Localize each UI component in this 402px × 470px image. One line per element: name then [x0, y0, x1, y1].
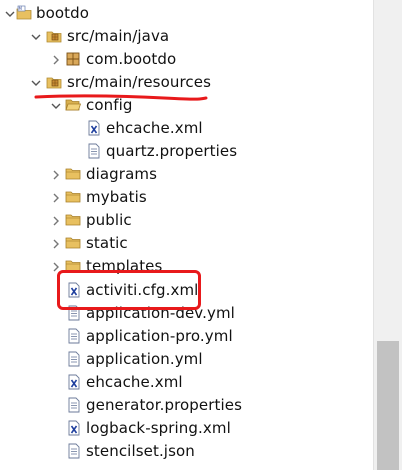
chevron-right-icon[interactable]	[50, 163, 62, 186]
tree-item-application-yml[interactable]: application.yml	[0, 348, 372, 371]
chevron-right-icon[interactable]	[50, 232, 62, 255]
tree-item-label: src/main/java	[67, 27, 170, 45]
folder-icon	[65, 235, 81, 251]
tree-item-stencilset-json[interactable]: stencilset.json	[0, 440, 372, 463]
tree-item-label: ehcache.xml	[106, 119, 203, 137]
chevron-right-icon[interactable]	[50, 186, 62, 209]
source-folder-icon	[46, 28, 62, 44]
tree-item-label: static	[86, 234, 128, 252]
tree-item-public[interactable]: public	[0, 209, 372, 232]
tree-item-label: bootdo	[36, 4, 90, 22]
text-file-icon	[66, 328, 82, 344]
text-file-icon	[66, 443, 82, 459]
tree-item-ehcache-xml[interactable]: ehcache.xml	[0, 371, 372, 394]
text-file-icon	[66, 351, 82, 367]
package-icon	[65, 51, 81, 67]
project-icon: M	[16, 5, 32, 21]
red-underline-annotation	[34, 94, 208, 101]
tree-item-label: application-pro.yml	[86, 327, 233, 345]
chevron-right-icon[interactable]	[50, 48, 62, 71]
source-folder-icon	[46, 74, 62, 90]
tree-item-ehcache-config[interactable]: ehcache.xml	[0, 117, 372, 140]
tree-item-logback-spring-xml[interactable]: logback-spring.xml	[0, 417, 372, 440]
tree-item-label: mybatis	[86, 188, 147, 206]
project-explorer-tree: M bootdo src/main/java com.bootdo src/ma…	[0, 0, 372, 470]
tree-item-static[interactable]: static	[0, 232, 372, 255]
tree-item-src-main-java[interactable]: src/main/java	[0, 25, 372, 48]
xml-file-icon	[66, 374, 82, 390]
tree-item-label: quartz.properties	[106, 142, 238, 160]
tree-item-label: diagrams	[86, 165, 157, 183]
chevron-down-icon[interactable]	[30, 25, 42, 48]
vertical-scrollbar[interactable]	[373, 0, 402, 470]
chevron-down-icon[interactable]	[4, 2, 16, 25]
xml-file-icon	[86, 120, 102, 136]
folder-icon	[65, 189, 81, 205]
tree-item-label: generator.properties	[86, 396, 243, 414]
xml-file-icon	[66, 420, 82, 436]
text-file-icon	[66, 397, 82, 413]
tree-item-label: stencilset.json	[86, 442, 195, 460]
tree-item-com-bootdo[interactable]: com.bootdo	[0, 48, 372, 71]
red-box-annotation	[57, 270, 201, 310]
svg-text:M: M	[19, 6, 23, 11]
folder-icon	[65, 166, 81, 182]
tree-item-label: ehcache.xml	[86, 373, 183, 391]
text-file-icon	[86, 143, 102, 159]
tree-item-diagrams[interactable]: diagrams	[0, 163, 372, 186]
tree-item-bootdo[interactable]: M bootdo	[0, 2, 372, 25]
tree-item-application-pro-yml[interactable]: application-pro.yml	[0, 325, 372, 348]
tree-item-label: public	[86, 211, 132, 229]
tree-item-generator-properties[interactable]: generator.properties	[0, 394, 372, 417]
tree-item-label: logback-spring.xml	[86, 419, 231, 437]
tree-item-mybatis[interactable]: mybatis	[0, 186, 372, 209]
folder-icon	[65, 212, 81, 228]
tree-item-label: com.bootdo	[86, 50, 177, 68]
chevron-right-icon[interactable]	[50, 209, 62, 232]
scrollbar-thumb[interactable]	[377, 341, 399, 470]
tree-item-quartz-properties[interactable]: quartz.properties	[0, 140, 372, 163]
tree-item-label: application.yml	[86, 350, 203, 368]
